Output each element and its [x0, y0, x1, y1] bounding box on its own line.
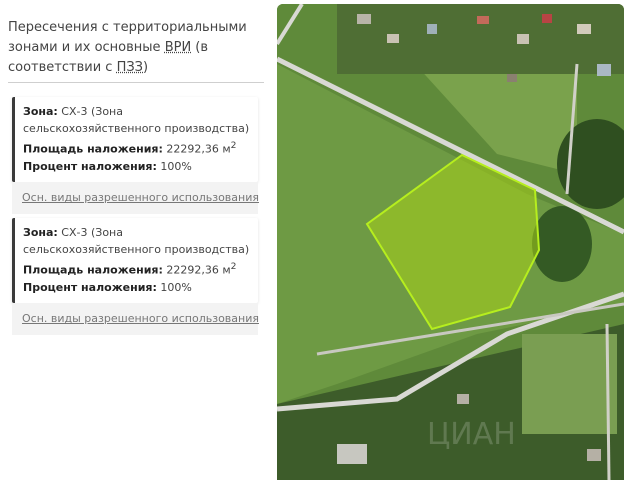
satellite-map-canvas[interactable]: ЦИАН — [277, 4, 624, 480]
zone-label: Зона: — [23, 226, 58, 239]
permitted-use-link[interactable]: Осн. виды разрешенного использования — [22, 312, 259, 325]
vri-abbr: ВРИ — [164, 40, 192, 55]
lower-field — [522, 334, 617, 434]
area-label: Площадь наложения: — [23, 263, 163, 277]
building — [427, 24, 437, 34]
forest-patch — [532, 206, 592, 282]
percent-row: Процент наложения: 100% — [23, 158, 250, 175]
panel-title-line2-end: (в — [191, 40, 209, 55]
building — [517, 34, 529, 44]
area-unit-sup: 2 — [230, 261, 237, 272]
zone-row: Зона: СХ-3 (Зона сельскохозяйственного п… — [23, 103, 250, 137]
zone-card-body: Зона: СХ-3 (Зона сельскохозяйственного п… — [12, 97, 258, 182]
area-row: Площадь наложения: 22292,36 м2 — [23, 137, 250, 158]
building — [457, 394, 469, 404]
village-area — [337, 4, 624, 74]
village-road — [605, 323, 611, 480]
zone-card-body: Зона: СХ-3 (Зона сельскохозяйственного п… — [12, 218, 258, 303]
area-label: Площадь наложения: — [23, 142, 163, 156]
percent-row: Процент наложения: 100% — [23, 279, 250, 296]
panel-title-line3-end: ) — [143, 60, 149, 75]
building — [507, 74, 517, 82]
intersections-panel: Пересечения с территориальными зонами и … — [0, 0, 270, 480]
percent-value: 100% — [156, 280, 192, 294]
panel-title-line3: соответствии с — [8, 60, 117, 75]
title-divider — [8, 82, 264, 83]
watermark-text: ЦИАН — [427, 417, 516, 452]
zone-label: Зона: — [23, 105, 58, 118]
building — [357, 14, 371, 24]
area-unit-sup: 2 — [230, 140, 237, 151]
zone-card-footer: Осн. виды разрешенного использования — [12, 181, 259, 214]
building — [387, 34, 399, 43]
panel-title: Пересечения с территориальными зонами и … — [8, 18, 264, 78]
panel-title-line2: зонами и их основные — [8, 40, 165, 55]
panel-title-line1: Пересечения с территориальными — [8, 20, 247, 35]
building — [587, 449, 601, 461]
percent-value: 100% — [156, 159, 192, 173]
area-row: Площадь наложения: 22292,36 м2 — [23, 258, 250, 279]
area-value: 22292,36 м — [162, 263, 231, 277]
zone-row: Зона: СХ-3 (Зона сельскохозяйственного п… — [23, 224, 250, 258]
satellite-map[interactable]: ЦИАН — [277, 4, 624, 480]
percent-label: Процент наложения: — [23, 159, 157, 173]
zone-card: Зона: СХ-3 (Зона сельскохозяйственного п… — [12, 97, 259, 214]
zone-value: СХ-3 (Зона сельскохозяйственного произво… — [23, 105, 250, 135]
permitted-use-link[interactable]: Осн. виды разрешенного использования — [22, 191, 259, 204]
pzz-abbr: ПЗЗ — [116, 60, 144, 75]
building — [337, 444, 367, 464]
building — [477, 16, 489, 24]
zone-value: СХ-3 (Зона сельскохозяйственного произво… — [23, 226, 250, 256]
percent-label: Процент наложения: — [23, 280, 157, 294]
building — [577, 24, 591, 34]
area-value: 22292,36 м — [162, 142, 231, 156]
building — [597, 64, 611, 76]
building — [542, 14, 552, 23]
zone-card: Зона: СХ-3 (Зона сельскохозяйственного п… — [12, 218, 259, 335]
zone-card-footer: Осн. виды разрешенного использования — [12, 302, 259, 335]
